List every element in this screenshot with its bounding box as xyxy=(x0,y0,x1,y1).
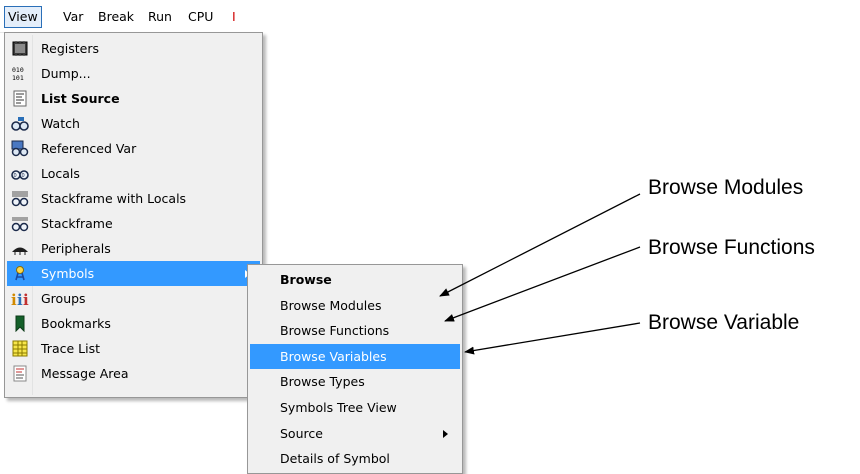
callout-arrow-functions xyxy=(444,246,641,322)
callout-arrow-variable xyxy=(464,322,641,355)
callout-arrow-modules xyxy=(439,193,641,297)
callout-browse-variable: Browse Variable xyxy=(648,311,800,334)
callout-browse-modules: Browse Modules xyxy=(648,176,804,199)
callout-browse-functions: Browse Functions xyxy=(648,236,815,259)
